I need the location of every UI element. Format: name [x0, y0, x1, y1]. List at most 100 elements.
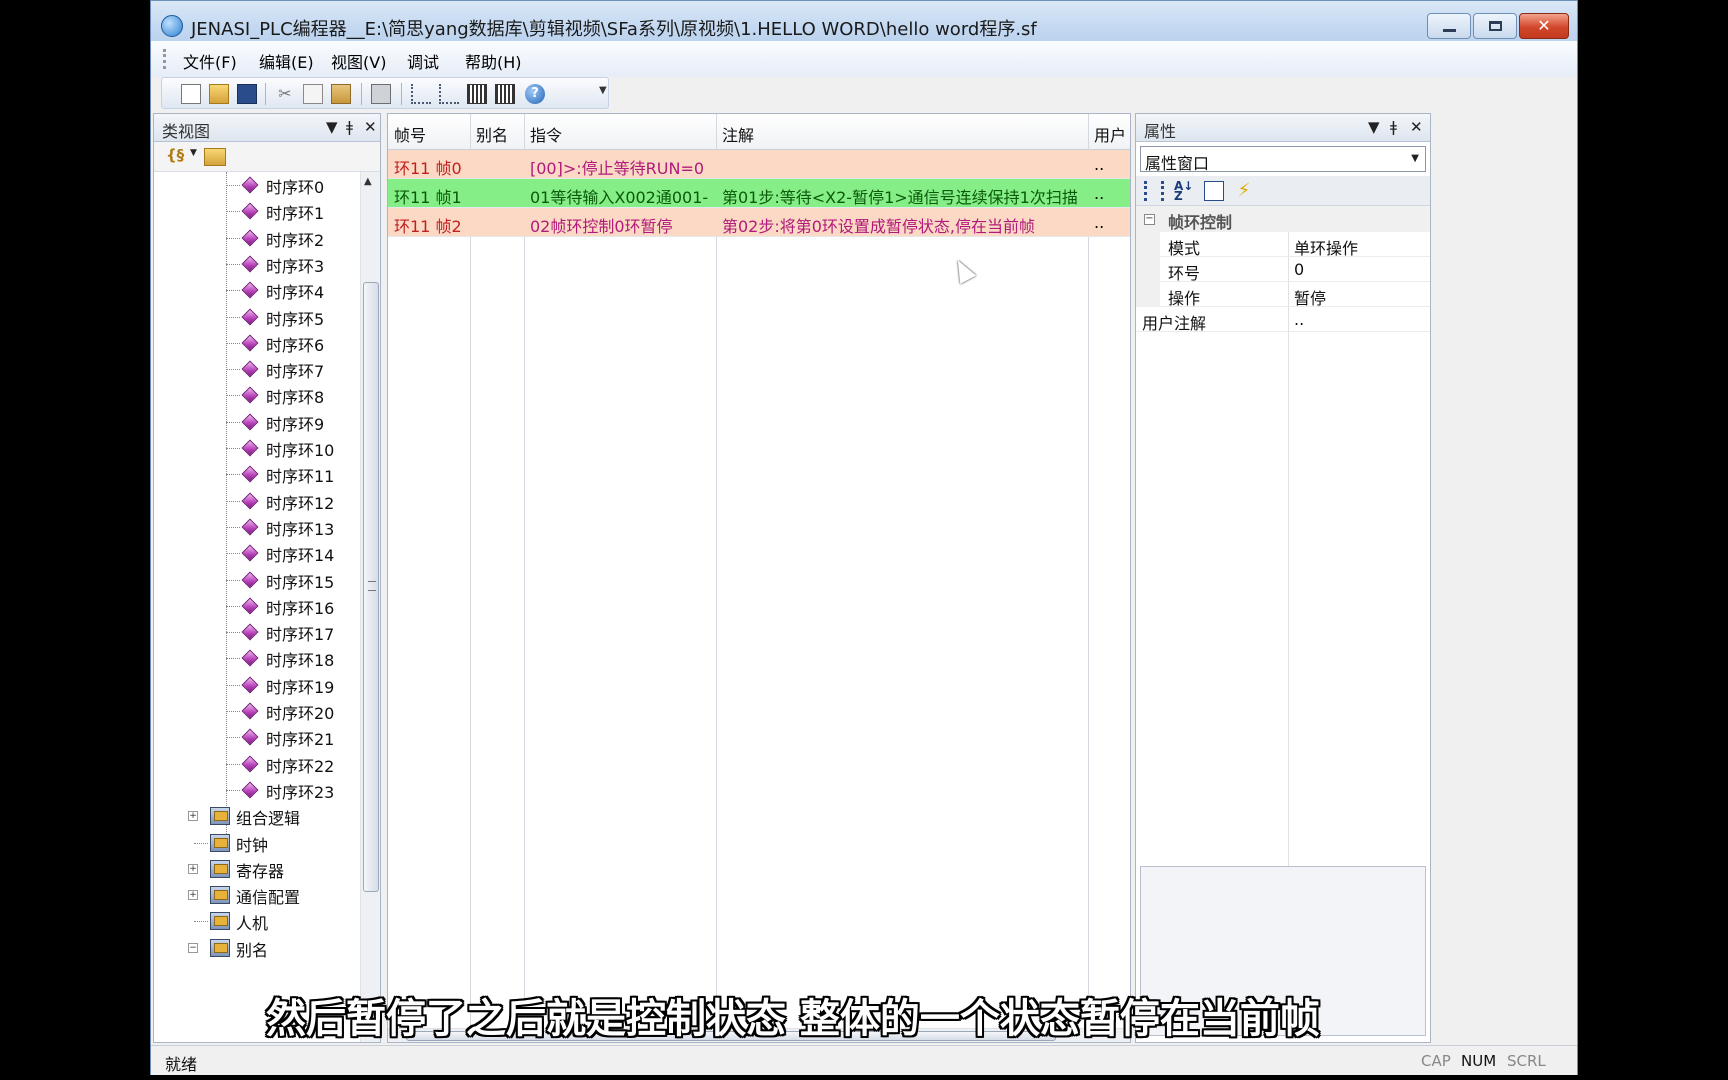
events-icon[interactable]: ⚡ — [1234, 181, 1254, 201]
tree-item[interactable]: 时序环16 — [154, 593, 360, 619]
timing-ring-icon — [241, 518, 259, 536]
tree-item[interactable]: 时序环6 — [154, 330, 360, 356]
new-file-icon[interactable] — [181, 84, 201, 104]
expand-icon[interactable]: − — [188, 943, 198, 953]
table-row[interactable]: 环11 帧0 [00]>:停止等待RUN=0 .. — [388, 150, 1130, 179]
expand-icon[interactable]: + — [188, 811, 198, 821]
tree-item[interactable]: 时序环7 — [154, 356, 360, 382]
tree-item[interactable]: 时序环0 — [154, 172, 360, 198]
tree-item[interactable]: 时序环9 — [154, 409, 360, 435]
menu-file[interactable]: 文件(F) — [183, 49, 237, 73]
menu-grip[interactable] — [163, 49, 166, 69]
chevron-down-icon[interactable]: ▼ — [1411, 153, 1419, 164]
toolbar-overflow-icon[interactable]: ▼ — [599, 85, 607, 96]
tree-guide — [226, 317, 240, 318]
tree-group[interactable]: 时钟 — [154, 830, 360, 856]
column-divider — [470, 114, 471, 1042]
property-row[interactable]: 环号 0 — [1136, 257, 1430, 283]
grid-header: 帧号 别名 指令 注解 用户 — [388, 114, 1130, 150]
col-note[interactable]: 注解 — [722, 122, 754, 146]
tree-item[interactable]: 时序环10 — [154, 435, 360, 461]
toolbar-separator — [265, 83, 266, 105]
minimize-button[interactable] — [1427, 13, 1471, 39]
grid-view-icon[interactable] — [467, 84, 487, 104]
tree-item[interactable]: 时序环14 — [154, 540, 360, 566]
save-icon[interactable] — [237, 84, 257, 104]
pin-icon[interactable]: ǂ — [346, 118, 353, 136]
tree-item[interactable]: 时序环4 — [154, 277, 360, 303]
maximize-button[interactable] — [1473, 13, 1517, 39]
tree-item[interactable]: 时序环17 — [154, 619, 360, 645]
tree-expand-icon[interactable] — [411, 84, 431, 104]
new-folder-icon[interactable] — [204, 148, 226, 166]
object-selector[interactable]: 属性窗口 ▼ — [1140, 146, 1426, 173]
scroll-up-icon[interactable]: ▲ — [364, 176, 372, 187]
tree-item[interactable]: 时序环1 — [154, 198, 360, 224]
property-row[interactable]: 用户注解 .. — [1136, 307, 1430, 333]
col-instruction[interactable]: 指令 — [530, 122, 562, 146]
property-row[interactable]: 操作 暂停 — [1136, 282, 1430, 309]
tree-item[interactable]: 时序环22 — [154, 751, 360, 777]
open-folder-icon[interactable] — [209, 84, 229, 104]
table-row[interactable]: 环11 帧2 02帧环控制0环暂停 第02步:将第0环设置成暂停状态,停在当前帧… — [388, 208, 1130, 237]
tree-group[interactable]: + 通信配置 — [154, 882, 360, 908]
tree-item[interactable]: 时序环5 — [154, 304, 360, 330]
close-button[interactable]: ✕ — [1519, 13, 1569, 39]
menu-debug[interactable]: 调试 — [407, 49, 439, 73]
tree-item-label: 时序环22 — [266, 757, 335, 776]
tree-scrollbar[interactable]: ▲ — [360, 172, 380, 1042]
sort-icon[interactable]: {§ — [166, 146, 184, 164]
property-value[interactable]: 0 — [1294, 260, 1304, 279]
tree-item[interactable]: 时序环23 — [154, 777, 360, 803]
tree-item[interactable]: 时序环8 — [154, 382, 360, 408]
grid-list-icon[interactable] — [495, 84, 515, 104]
timing-ring-icon — [241, 728, 259, 746]
copy-icon[interactable] — [303, 84, 323, 104]
categorized-icon[interactable] — [1144, 181, 1164, 201]
tree-item[interactable]: 时序环11 — [154, 461, 360, 487]
menu-edit[interactable]: 编辑(E) — [259, 49, 314, 73]
tree-item[interactable]: 时序环13 — [154, 514, 360, 540]
tree-collapse-icon[interactable] — [439, 84, 459, 104]
expand-icon[interactable]: + — [188, 890, 198, 900]
expand-icon[interactable]: + — [188, 864, 198, 874]
tree-scrollbar-thumb[interactable] — [363, 282, 379, 892]
property-category[interactable]: − 帧环控制 — [1136, 206, 1430, 232]
print-icon[interactable] — [371, 84, 391, 104]
cut-icon[interactable]: ✂ — [275, 84, 295, 104]
table-row[interactable]: 环11 帧1 01等待输入X002通001- 第01步:等待<X2-暂停1>通信… — [388, 179, 1130, 208]
tree-item[interactable]: 时序环15 — [154, 567, 360, 593]
col-alias[interactable]: 别名 — [476, 122, 508, 146]
tree-item[interactable]: 时序环21 — [154, 724, 360, 750]
tree-item[interactable]: 时序环2 — [154, 225, 360, 251]
col-frame[interactable]: 帧号 — [394, 122, 426, 146]
pin-icon[interactable]: ǂ — [1390, 118, 1397, 136]
tree-group[interactable]: − 别名 — [154, 935, 360, 961]
help-icon[interactable]: ? — [525, 84, 545, 104]
tree-item[interactable]: 时序环3 — [154, 251, 360, 277]
property-pages-icon[interactable] — [1204, 181, 1224, 201]
property-row[interactable]: 模式 单环操作 — [1136, 232, 1430, 259]
panel-close-icon[interactable]: ✕ — [1410, 118, 1423, 136]
property-value[interactable]: 暂停 — [1294, 285, 1326, 309]
tree-group[interactable]: + 组合逻辑 — [154, 803, 360, 829]
menu-help[interactable]: 帮助(H) — [465, 49, 522, 73]
sort-dropdown-icon[interactable]: ▼ — [190, 148, 197, 158]
panel-dropdown-icon[interactable]: ▼ — [1368, 118, 1380, 136]
panel-close-icon[interactable]: ✕ — [364, 118, 377, 136]
menu-view[interactable]: 视图(V) — [331, 49, 386, 73]
tree-item[interactable]: 时序环18 — [154, 645, 360, 671]
col-user[interactable]: 用户 — [1094, 122, 1126, 146]
panel-dropdown-icon[interactable]: ▼ — [326, 118, 338, 136]
tree-group[interactable]: + 寄存器 — [154, 856, 360, 882]
cell-frame: 环11 帧1 — [394, 188, 462, 207]
tree-item[interactable]: 时序环20 — [154, 698, 360, 724]
tree-item[interactable]: 时序环12 — [154, 488, 360, 514]
sort-alpha-icon[interactable]: A↓ Z — [1174, 180, 1194, 202]
collapse-icon[interactable]: − — [1144, 214, 1155, 225]
paste-icon[interactable] — [331, 84, 351, 104]
property-value[interactable]: 单环操作 — [1294, 235, 1358, 259]
property-value[interactable]: .. — [1294, 310, 1304, 329]
tree-group[interactable]: 人机 — [154, 908, 360, 934]
tree-item[interactable]: 时序环19 — [154, 672, 360, 698]
